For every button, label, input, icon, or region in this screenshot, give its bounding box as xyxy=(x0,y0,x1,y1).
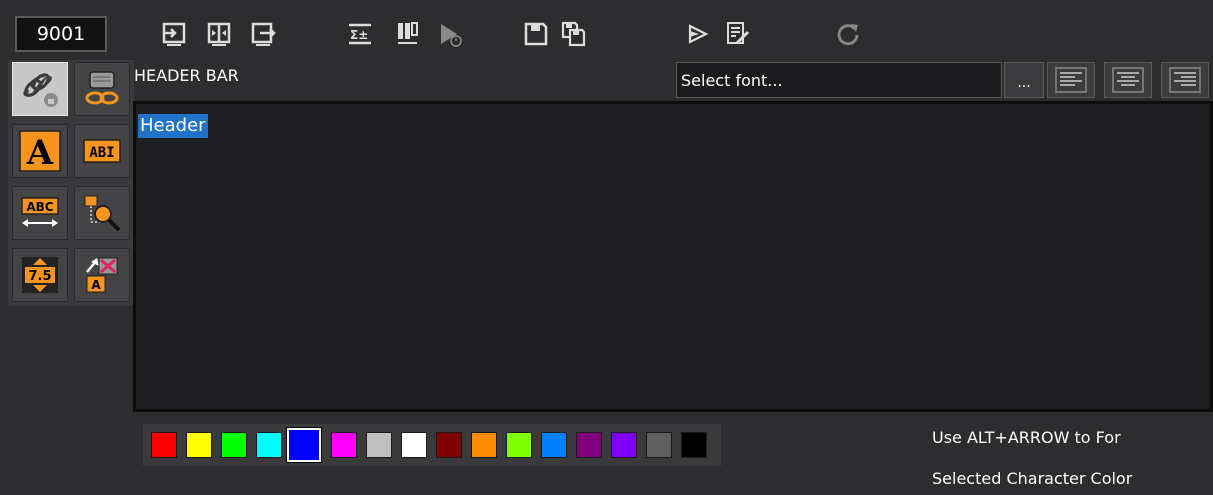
color-swatch[interactable] xyxy=(186,432,212,458)
align-left-button[interactable] xyxy=(1047,62,1095,98)
insert-field-button[interactable]: Σ± xyxy=(344,18,376,50)
edit-document-icon xyxy=(727,22,750,45)
header-bar-label: HEADER BAR xyxy=(134,66,239,85)
color-swatch-bar xyxy=(143,424,721,466)
center-split-icon xyxy=(207,22,231,46)
refresh-icon xyxy=(837,24,859,46)
save-as-button[interactable] xyxy=(558,18,590,50)
play-button[interactable] xyxy=(682,18,714,50)
text-editor-area[interactable]: Header xyxy=(133,101,1213,412)
text-width-tool-icon: ABC xyxy=(21,197,59,227)
color-swatch[interactable] xyxy=(221,432,247,458)
size-adjust-tool-icon: 7.5 xyxy=(22,257,58,293)
tool-palette: 𝒮 A ABI ABC 7.5 A xyxy=(8,60,134,306)
chain-link-tool-button[interactable] xyxy=(74,62,130,116)
svg-text:Σ±: Σ± xyxy=(350,28,368,42)
color-swatch[interactable] xyxy=(256,432,282,458)
scale-text-tool-glyph: A xyxy=(91,278,101,292)
align-right-icon xyxy=(1169,67,1201,93)
text-style-tool-icon: A xyxy=(19,130,61,172)
selected-header-text[interactable]: Header xyxy=(138,114,208,138)
color-swatch-selected[interactable] xyxy=(286,427,322,463)
scale-text-tool-button[interactable]: A xyxy=(74,248,130,302)
size-adjust-tool-glyph: 7.5 xyxy=(28,269,51,284)
text-field-tool-button[interactable]: ABI xyxy=(74,124,130,178)
color-swatch[interactable] xyxy=(331,432,357,458)
import-icon xyxy=(162,22,186,46)
text-style-tool-glyph: A xyxy=(26,133,54,172)
color-swatch[interactable] xyxy=(611,432,637,458)
text-width-tool-glyph: ABC xyxy=(26,200,53,214)
size-adjust-tool-button[interactable]: 7.5 xyxy=(12,248,68,302)
text-field-tool-icon: ABI xyxy=(83,139,121,163)
color-swatch[interactable] xyxy=(401,432,427,458)
color-swatch[interactable] xyxy=(541,432,567,458)
text-width-tool-button[interactable]: ABC xyxy=(12,186,68,240)
link-tool-icon: 𝒮 xyxy=(22,70,58,107)
split-button[interactable] xyxy=(203,18,235,50)
edit-document-button[interactable] xyxy=(722,18,754,50)
refresh-button[interactable] xyxy=(832,18,864,50)
align-right-button[interactable] xyxy=(1161,62,1209,98)
zoom-tool-icon xyxy=(84,195,121,232)
play-icon xyxy=(688,24,709,44)
font-select-field[interactable] xyxy=(676,62,1002,98)
insert-field-icon: Σ± xyxy=(349,23,371,45)
timed-play-icon xyxy=(441,24,462,47)
link-tool-button[interactable]: 𝒮 xyxy=(12,62,68,116)
color-swatch[interactable] xyxy=(366,432,392,458)
color-swatch[interactable] xyxy=(506,432,532,458)
chain-link-tool-icon xyxy=(85,71,119,105)
export-button[interactable] xyxy=(247,18,279,50)
column-layout-icon xyxy=(398,22,418,44)
save-as-icon xyxy=(561,21,586,47)
color-hint-text: Selected Character Color xyxy=(932,469,1133,488)
color-swatch[interactable] xyxy=(681,432,707,458)
color-swatch[interactable] xyxy=(471,432,497,458)
scale-text-tool-icon: A xyxy=(86,257,118,293)
align-center-button[interactable] xyxy=(1104,62,1152,98)
timed-play-button[interactable] xyxy=(434,18,466,50)
column-layout-button[interactable] xyxy=(392,18,424,50)
import-button[interactable] xyxy=(158,18,190,50)
zoom-tool-button[interactable] xyxy=(74,186,130,240)
align-center-icon xyxy=(1112,67,1144,93)
font-browse-button[interactable]: ... xyxy=(1004,62,1044,98)
color-swatch[interactable] xyxy=(151,432,177,458)
color-swatch[interactable] xyxy=(646,432,672,458)
save-icon xyxy=(524,22,548,46)
align-left-icon xyxy=(1055,67,1087,93)
shortcut-hint-text: Use ALT+ARROW to For xyxy=(932,428,1121,447)
text-field-tool-glyph: ABI xyxy=(89,145,114,161)
save-button[interactable] xyxy=(520,18,552,50)
id-number-field[interactable]: 9001 xyxy=(15,16,107,52)
export-icon xyxy=(251,22,276,46)
color-swatch[interactable] xyxy=(436,432,462,458)
color-swatch[interactable] xyxy=(576,432,602,458)
text-style-tool-button[interactable]: A xyxy=(12,124,68,178)
